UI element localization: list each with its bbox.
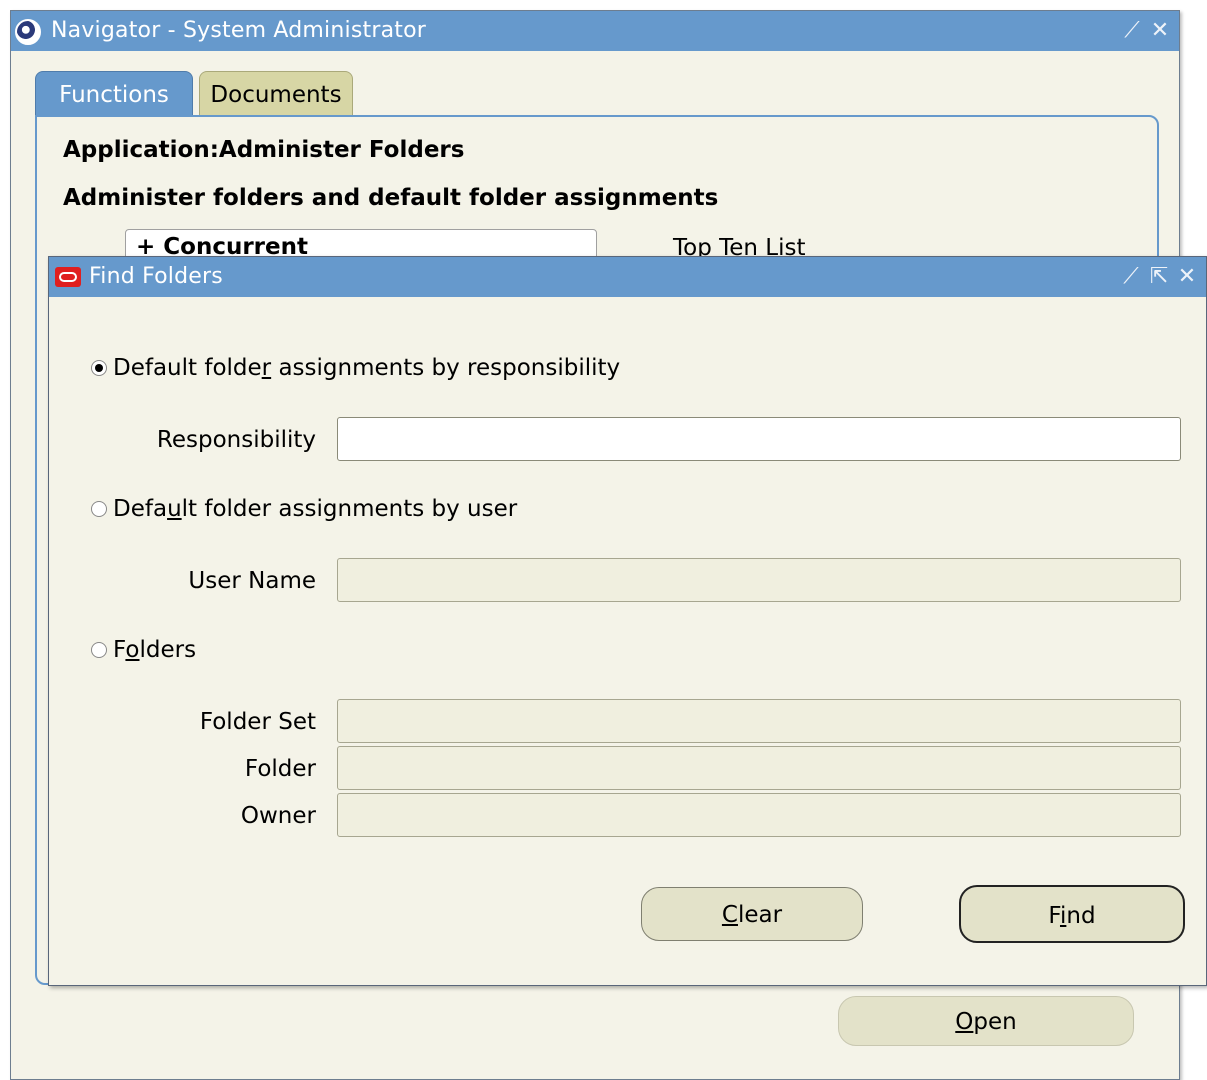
application-heading: Application:Administer Folders [63, 137, 465, 163]
folder-label: Folder [244, 756, 316, 782]
tab-documents[interactable]: Documents [199, 71, 353, 115]
maximize-icon[interactable]: ⇱ [1148, 266, 1170, 288]
radio-by-responsibility-label: Default folder assignments by responsibi… [113, 355, 621, 381]
find-button-label-end: nd [1066, 903, 1096, 929]
find-button-label-start: F [1048, 903, 1060, 929]
find-button[interactable]: Find [959, 885, 1185, 943]
navigator-app-icon [15, 19, 41, 45]
radio-button[interactable] [91, 642, 107, 658]
oracle-logo-icon [55, 267, 81, 287]
radio-by-responsibility[interactable]: Default folder assignments by responsibi… [91, 355, 620, 381]
user-name-field[interactable] [337, 558, 1181, 602]
open-button-label: pen [973, 1009, 1017, 1035]
radio-button[interactable] [91, 501, 107, 517]
clear-button-mnemonic: C [721, 902, 738, 928]
owner-label: Owner [240, 803, 316, 829]
folder-set-label: Folder Set [199, 709, 316, 735]
find-folders-titlebar[interactable]: Find Folders ⟋ ⇱ ✕ [49, 257, 1206, 297]
minimize-icon[interactable]: ⟋ [1121, 20, 1143, 42]
radio-by-user-label: Default folder assignments by user [113, 496, 518, 522]
navigator-titlebar[interactable]: Navigator - System Administrator ⟋ ✕ [11, 11, 1179, 51]
close-icon[interactable]: ✕ [1149, 20, 1171, 42]
open-button[interactable]: Open [838, 996, 1134, 1046]
radio-folders[interactable]: Folders [91, 637, 196, 663]
open-button-mnemonic: O [955, 1009, 974, 1035]
tab-functions[interactable]: Functions [35, 71, 193, 115]
responsibility-field[interactable] [337, 417, 1181, 461]
radio-by-user[interactable]: Default folder assignments by user [91, 496, 517, 522]
user-name-label: User Name [188, 568, 316, 594]
folder-field[interactable] [337, 746, 1181, 790]
minimize-icon[interactable]: ⟋ [1120, 266, 1142, 288]
responsibility-label: Responsibility [156, 427, 316, 453]
folder-set-field[interactable] [337, 699, 1181, 743]
application-description: Administer folders and default folder as… [63, 185, 719, 211]
navigator-title: Navigator - System Administrator [51, 18, 426, 43]
find-folders-window: Find Folders ⟋ ⇱ ✕ Default folder assign… [48, 256, 1207, 986]
close-icon[interactable]: ✕ [1176, 266, 1198, 288]
clear-button[interactable]: Clear [641, 887, 863, 941]
radio-folders-label: Folders [113, 637, 197, 663]
clear-button-label: lear [737, 902, 783, 928]
find-folders-title: Find Folders [89, 264, 223, 289]
radio-button-selected[interactable] [91, 360, 107, 376]
owner-field[interactable] [337, 793, 1181, 837]
